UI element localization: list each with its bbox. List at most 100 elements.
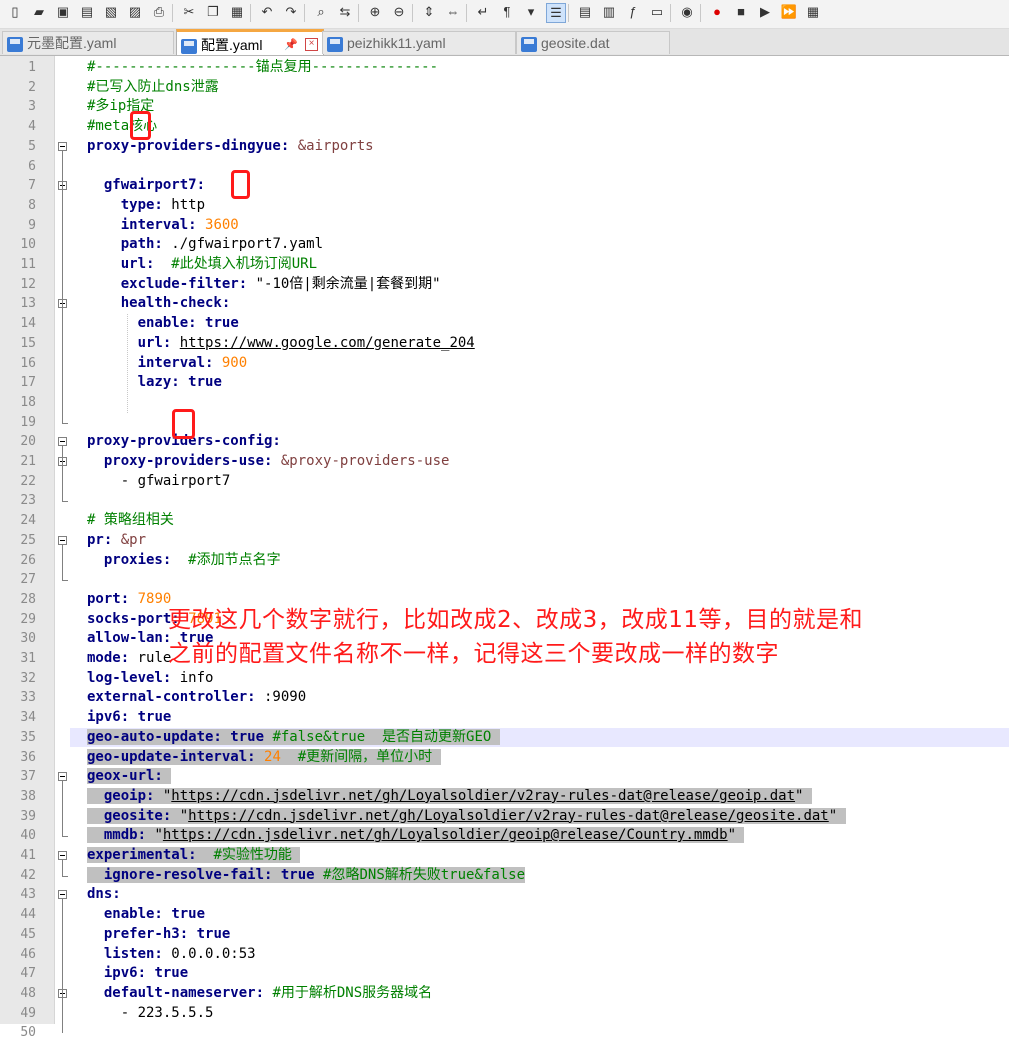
toolbar-separator (304, 4, 305, 22)
line-number: 49 (20, 1005, 36, 1021)
code-line[interactable]: pr: &pr (87, 531, 146, 551)
dropdown-icon[interactable]: ▾ (522, 3, 540, 21)
show-all-chars-icon[interactable]: ¶ (498, 3, 516, 21)
play-icon[interactable]: ▶ (756, 3, 774, 21)
tab-1[interactable]: 元墨配置.yaml (2, 31, 174, 54)
code-editor[interactable]: #-------------------锚点复用--------------- #… (70, 56, 1009, 1024)
code-line[interactable]: - 223.5.5.5 (87, 1004, 214, 1024)
line-number: 11 (20, 257, 36, 272)
undo-icon[interactable]: ↶ (258, 3, 276, 21)
indent-guide-icon[interactable]: ☰ (546, 3, 566, 23)
find-icon[interactable]: ⌕ (312, 3, 330, 21)
fold-end-mark (62, 501, 68, 503)
fold-toggle-icon[interactable] (58, 772, 67, 782)
code-line[interactable]: geo-auto-update: true #false&true 是否自动更新… (87, 728, 500, 748)
code-line[interactable]: lazy: true (87, 373, 222, 393)
save-macro-icon[interactable]: ▦ (804, 3, 822, 21)
redo-icon[interactable]: ↷ (282, 3, 300, 21)
code-line[interactable]: geo-update-interval: 24 #更新间隔，单位小时 (87, 748, 441, 768)
code-line[interactable]: - gfwairport7 (87, 472, 231, 492)
doc-map-icon[interactable]: ▥ (600, 3, 618, 21)
toolbar-separator (700, 4, 701, 22)
code-line[interactable]: path: ./gfwairport7.yaml (87, 235, 323, 255)
save-all-icon[interactable]: ▤ (78, 3, 96, 21)
print-icon[interactable]: ⎙ (150, 3, 168, 21)
copy-icon[interactable]: ❐ (204, 3, 222, 21)
fold-toggle-icon[interactable] (58, 890, 67, 900)
code-line[interactable]: proxy-providers-dingyue: &airports (87, 137, 374, 157)
code-line[interactable]: #已写入防止dns泄露 (87, 78, 219, 98)
code-line[interactable]: log-level: info (87, 669, 213, 689)
code-line[interactable]: dns: (87, 885, 121, 905)
code-line[interactable]: mode: rule (87, 649, 171, 669)
open-folder-icon[interactable]: ▰ (30, 3, 48, 21)
play-multi-icon[interactable]: ⏩ (780, 3, 798, 21)
toolbar-separator (412, 4, 413, 22)
tab-label: peizhikk11.yaml (347, 35, 446, 51)
wrap-icon[interactable]: ↵ (474, 3, 492, 21)
line-number: 35 (20, 729, 36, 745)
fold-margin[interactable] (54, 56, 70, 1034)
code-line[interactable]: ipv6: true (87, 964, 188, 984)
code-line[interactable]: proxies: #添加节点名字 (87, 551, 281, 571)
code-line[interactable]: ignore-resolve-fail: true #忽略DNS解析失败true… (87, 866, 526, 886)
toolbar-separator (466, 4, 467, 22)
code-line[interactable]: proxy-providers-use: &proxy-providers-us… (87, 452, 450, 472)
save-icon[interactable]: ▣ (54, 3, 72, 21)
func-list-icon[interactable]: ƒ (624, 3, 642, 21)
close-all-icon[interactable]: ▨ (126, 3, 144, 21)
code-line[interactable]: port: 7890 (87, 590, 171, 610)
code-line[interactable]: interval: 900 (87, 354, 248, 374)
tab-4[interactable]: geosite.dat (516, 31, 670, 54)
folder-icon[interactable]: ▭ (648, 3, 666, 21)
code-line[interactable]: health-check: (87, 294, 231, 314)
code-line[interactable]: #-------------------锚点复用--------------- (87, 58, 438, 78)
toolbar-separator (172, 4, 173, 22)
code-line[interactable]: interval: 3600 (87, 216, 239, 236)
eye-icon[interactable]: ◉ (678, 3, 696, 21)
fold-toggle-icon[interactable] (58, 851, 67, 860)
stop-icon[interactable]: ■ (732, 3, 750, 21)
lang-icon[interactable]: ▤ (576, 3, 594, 21)
code-line[interactable]: gfwairport7: (87, 176, 205, 196)
new-file-icon[interactable]: ▯ (6, 3, 24, 21)
fold-toggle-icon[interactable] (58, 141, 67, 151)
code-line[interactable]: geosite: "https://cdn.jsdelivr.net/gh/Lo… (87, 807, 846, 827)
code-line[interactable]: experimental: #实验性功能 (87, 846, 301, 866)
zoom-out-icon[interactable]: ⊖ (390, 3, 408, 21)
zoom-in-icon[interactable]: ⊕ (366, 3, 384, 21)
line-number: 24 (20, 513, 36, 529)
code-line[interactable]: listen: 0.0.0.0:53 (87, 945, 256, 965)
code-line[interactable]: enable: true (87, 905, 205, 925)
code-line[interactable]: # 策略组相关 (87, 511, 174, 531)
line-number: 13 (20, 296, 36, 312)
code-line[interactable]: exclude-filter: "-10倍|剩余流量|套餐到期" (87, 275, 441, 295)
paste-icon[interactable]: ▦ (228, 3, 246, 21)
code-line[interactable]: type: http (87, 196, 205, 216)
pin-icon[interactable]: 📌 (284, 32, 298, 55)
code-line[interactable]: geox-url: (87, 767, 172, 787)
replace-icon[interactable]: ⇆ (336, 3, 354, 21)
toolbar-separator (670, 4, 671, 22)
cut-icon[interactable]: ✂ (180, 3, 198, 21)
code-line[interactable]: mmdb: "https://cdn.jsdelivr.net/gh/Loyal… (87, 826, 745, 846)
annotation-text: 更改这几个数字就行，比如改成2、改成3，改成11等，目的就是和 之前的配置文件名… (168, 607, 864, 667)
fold-toggle-icon[interactable] (58, 535, 67, 545)
code-line[interactable]: enable: true (87, 314, 239, 334)
tab-bar: 元墨配置.yaml 配置.yaml 📌 × peizhikk11.yaml geosite… (0, 29, 1009, 56)
tab-2[interactable]: 配置.yaml 📌 × (176, 29, 324, 55)
sync-v-icon[interactable]: ⇕ (420, 3, 438, 21)
close-tab-icon[interactable]: × (305, 38, 318, 51)
close-icon[interactable]: ▧ (102, 3, 120, 21)
code-line[interactable]: default-nameserver: #用于解析DNS服务器域名 (87, 984, 432, 1004)
tab-3[interactable]: peizhikk11.yaml (322, 31, 516, 54)
code-line[interactable]: ipv6: true (87, 708, 171, 728)
record-icon[interactable]: ● (708, 3, 726, 21)
code-line[interactable]: url: #此处填入机场订阅URL (87, 255, 317, 275)
code-line[interactable]: url: https://www.google.com/generate_204 (87, 334, 475, 354)
code-line[interactable]: external-controller: :9090 (87, 688, 306, 708)
fold-toggle-icon[interactable] (58, 437, 67, 447)
code-line[interactable]: prefer-h3: true (87, 925, 230, 945)
sync-h-icon[interactable]: ⇔ (444, 3, 462, 21)
code-line[interactable]: geoip: "https://cdn.jsdelivr.net/gh/Loya… (87, 787, 812, 807)
